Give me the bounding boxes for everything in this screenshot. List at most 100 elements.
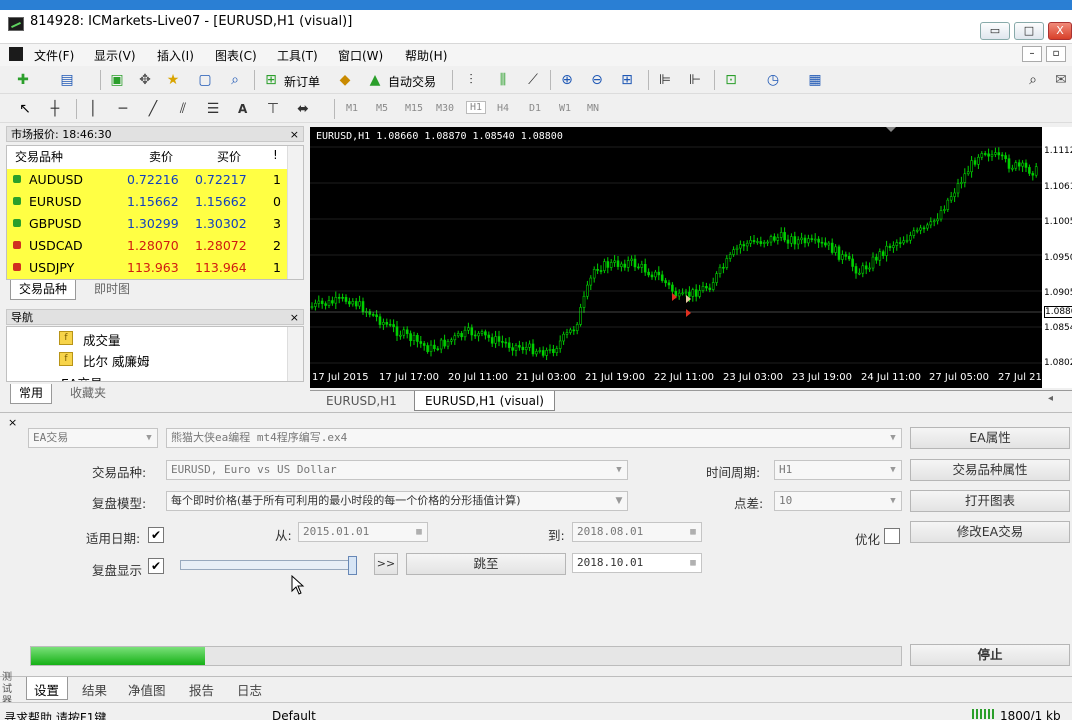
calendar-icon[interactable]: ▦: [411, 523, 427, 541]
tf-m5[interactable]: M5: [376, 103, 388, 114]
ea-type-select[interactable]: EA交易 ▼: [28, 428, 158, 448]
zoom-out-icon[interactable]: ⊖: [588, 72, 606, 88]
menu-chart[interactable]: 图表(C): [215, 47, 257, 64]
period-select[interactable]: H1 ▼: [774, 460, 902, 480]
templates-icon[interactable]: ▦: [806, 72, 824, 88]
maximize-button[interactable]: □: [1014, 22, 1044, 40]
auto-scroll-icon[interactable]: ⊫: [656, 72, 674, 88]
tf-d1[interactable]: D1: [529, 103, 541, 114]
menu-tools[interactable]: 工具(T): [277, 47, 318, 64]
menu-help[interactable]: 帮助(H): [405, 47, 447, 64]
symbol-select[interactable]: EURUSD, Euro vs US Dollar ▼: [166, 460, 628, 480]
nav-item-expert-advisors[interactable]: EA交易: [61, 373, 102, 381]
menu-insert[interactable]: 插入(I): [157, 47, 194, 64]
table-row[interactable]: GBPUSD 1.30299 1.30302 3: [7, 213, 287, 235]
tab-report[interactable]: 报告: [189, 680, 214, 699]
fast-forward-button[interactable]: >>: [374, 553, 398, 575]
table-row[interactable]: AUDUSD 0.72216 0.72217 1: [7, 169, 287, 191]
search-icon[interactable]: ⌕: [1024, 72, 1042, 88]
col-bid[interactable]: 卖价: [149, 148, 173, 165]
tab-symbols[interactable]: 交易品种: [10, 280, 77, 300]
zoom-in-icon[interactable]: ⊕: [558, 72, 576, 88]
chart-shift-icon[interactable]: ⊩: [686, 72, 704, 88]
ea-properties-button[interactable]: EA属性: [910, 427, 1070, 449]
tab-favorites[interactable]: 收藏夹: [62, 384, 114, 404]
auto-trade-icon[interactable]: ▲: [366, 72, 384, 88]
stop-button[interactable]: 停止: [910, 644, 1070, 666]
tf-m1[interactable]: M1: [346, 103, 358, 114]
navigator-scrollbar[interactable]: [287, 327, 303, 381]
visual-mode-checkbox[interactable]: ✔: [148, 558, 164, 574]
speed-slider-thumb[interactable]: [348, 556, 357, 575]
model-select[interactable]: 每个即时价格(基于所有可利用的最小时段的每一个价格的分形插值计算) ▼: [166, 491, 628, 511]
spread-select[interactable]: 10 ▼: [774, 491, 902, 511]
tf-h1[interactable]: H1: [466, 101, 487, 114]
tab-results[interactable]: 结果: [82, 680, 107, 699]
new-chart-icon[interactable]: ✚: [14, 72, 32, 88]
fibonacci-icon[interactable]: ☰: [204, 101, 222, 117]
profiles-icon[interactable]: ▤: [58, 72, 76, 88]
col-spread[interactable]: !: [273, 148, 278, 162]
modify-ea-button[interactable]: 修改EA交易: [910, 521, 1070, 543]
tab-settings[interactable]: 设置: [34, 680, 59, 699]
calendar-icon[interactable]: ▦: [685, 523, 701, 541]
symbol-properties-button[interactable]: 交易品种属性: [910, 459, 1070, 481]
mdi-restore-icon[interactable]: ▫: [1046, 46, 1066, 62]
col-ask[interactable]: 买价: [217, 148, 241, 165]
menu-file[interactable]: 文件(F): [34, 47, 74, 64]
cursor-tool-icon[interactable]: ↖: [16, 101, 34, 117]
channel-icon[interactable]: ⫽: [174, 101, 192, 117]
nav-item-bill-williams[interactable]: 比尔 威廉姆: [83, 351, 149, 370]
nav-item-volumes[interactable]: 成交量: [83, 330, 121, 349]
indicators-icon[interactable]: ⊡: [722, 72, 740, 88]
data-window-icon[interactable]: ✥: [136, 72, 154, 88]
text-label-icon[interactable]: ⊤: [264, 101, 282, 117]
close-icon[interactable]: ×: [290, 127, 299, 143]
periods-icon[interactable]: ◷: [764, 72, 782, 88]
price-chart[interactable]: [310, 127, 1042, 388]
navigator-icon[interactable]: ★: [164, 72, 182, 88]
terminal-icon[interactable]: ▢: [196, 72, 214, 88]
skip-to-date-input[interactable]: 2018.10.01 ▦: [572, 553, 702, 573]
tester-icon[interactable]: ⌕: [226, 72, 244, 88]
open-chart-button[interactable]: 打开图表: [910, 490, 1070, 512]
new-order-icon[interactable]: ⊞: [262, 72, 280, 88]
market-watch-icon[interactable]: ▣: [108, 72, 126, 88]
col-symbol[interactable]: 交易品种: [15, 148, 63, 165]
table-row[interactable]: EURUSD 1.15662 1.15662 0: [7, 191, 287, 213]
tab-tick-chart[interactable]: 即时图: [86, 280, 138, 300]
speed-slider-track[interactable]: [180, 560, 356, 570]
to-date-input[interactable]: 2018.08.01 ▦: [572, 522, 702, 542]
crosshair-icon[interactable]: ┼: [46, 101, 64, 117]
table-row[interactable]: USDCAD 1.28070 1.28072 2: [7, 235, 287, 257]
metaeditor-icon[interactable]: ◆: [336, 72, 354, 88]
vertical-line-icon[interactable]: │: [84, 101, 102, 117]
trendline-icon[interactable]: ╱: [144, 101, 162, 117]
candlestick-icon[interactable]: ⫼: [494, 72, 512, 88]
tf-w1[interactable]: W1: [559, 103, 571, 114]
line-chart-icon[interactable]: ⟋: [524, 72, 542, 88]
table-row[interactable]: USDJPY 113.963 113.964 1: [7, 257, 287, 279]
new-order-button[interactable]: 新订单: [284, 73, 320, 90]
scroll-left-icon[interactable]: ◂: [1048, 393, 1053, 404]
arrows-icon[interactable]: ⬌: [294, 101, 312, 117]
minimize-button[interactable]: ▭: [980, 22, 1010, 40]
calendar-icon[interactable]: ▦: [685, 554, 701, 572]
tf-mn[interactable]: MN: [587, 103, 599, 114]
tab-journal[interactable]: 日志: [237, 680, 262, 699]
text-tool-button[interactable]: A: [238, 102, 247, 116]
close-icon[interactable]: ×: [290, 310, 299, 326]
menu-view[interactable]: 显示(V): [94, 47, 136, 64]
close-icon[interactable]: ×: [8, 416, 17, 429]
from-date-input[interactable]: 2015.01.01 ▦: [298, 522, 428, 542]
tile-windows-icon[interactable]: ⊞: [618, 72, 636, 88]
bar-chart-icon[interactable]: ⫶: [462, 72, 480, 88]
optimize-checkbox[interactable]: [884, 528, 900, 544]
auto-trade-button[interactable]: 自动交易: [388, 73, 436, 90]
tf-h4[interactable]: H4: [497, 103, 509, 114]
mdi-minimize-icon[interactable]: –: [1022, 46, 1042, 62]
ea-file-select[interactable]: 熊猫大侠ea编程 mt4程序编写.ex4 ▼: [166, 428, 902, 448]
use-date-checkbox[interactable]: ✔: [148, 527, 164, 543]
tab-common[interactable]: 常用: [10, 384, 53, 404]
tab-chart-eurusd[interactable]: EURUSD,H1: [316, 391, 407, 411]
